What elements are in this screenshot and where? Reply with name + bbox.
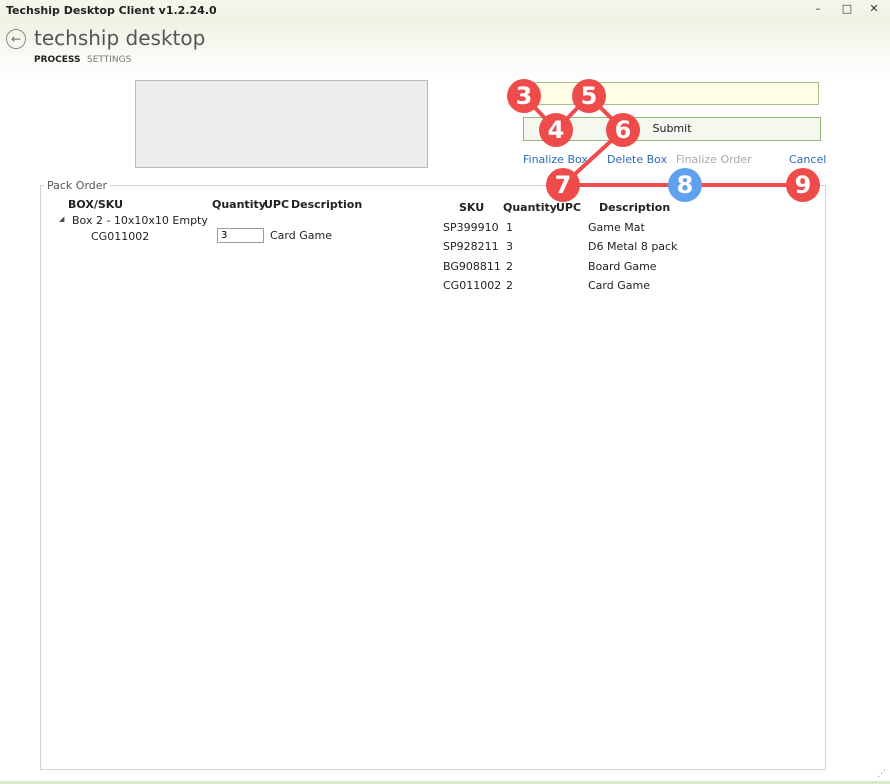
annotation-badge-8: 8	[668, 168, 702, 202]
resize-grip-icon[interactable]: ⋰	[877, 769, 886, 779]
annotation-badge-6: 6	[606, 113, 640, 147]
annotation-badge-9: 9	[786, 168, 820, 202]
annotation-badge-7: 7	[546, 168, 580, 202]
annotation-badge-4: 4	[539, 113, 573, 147]
annotation-badge-3: 3	[507, 79, 541, 113]
annotation-connectors	[522, 94, 805, 187]
annotation-badge-5: 5	[572, 79, 606, 113]
